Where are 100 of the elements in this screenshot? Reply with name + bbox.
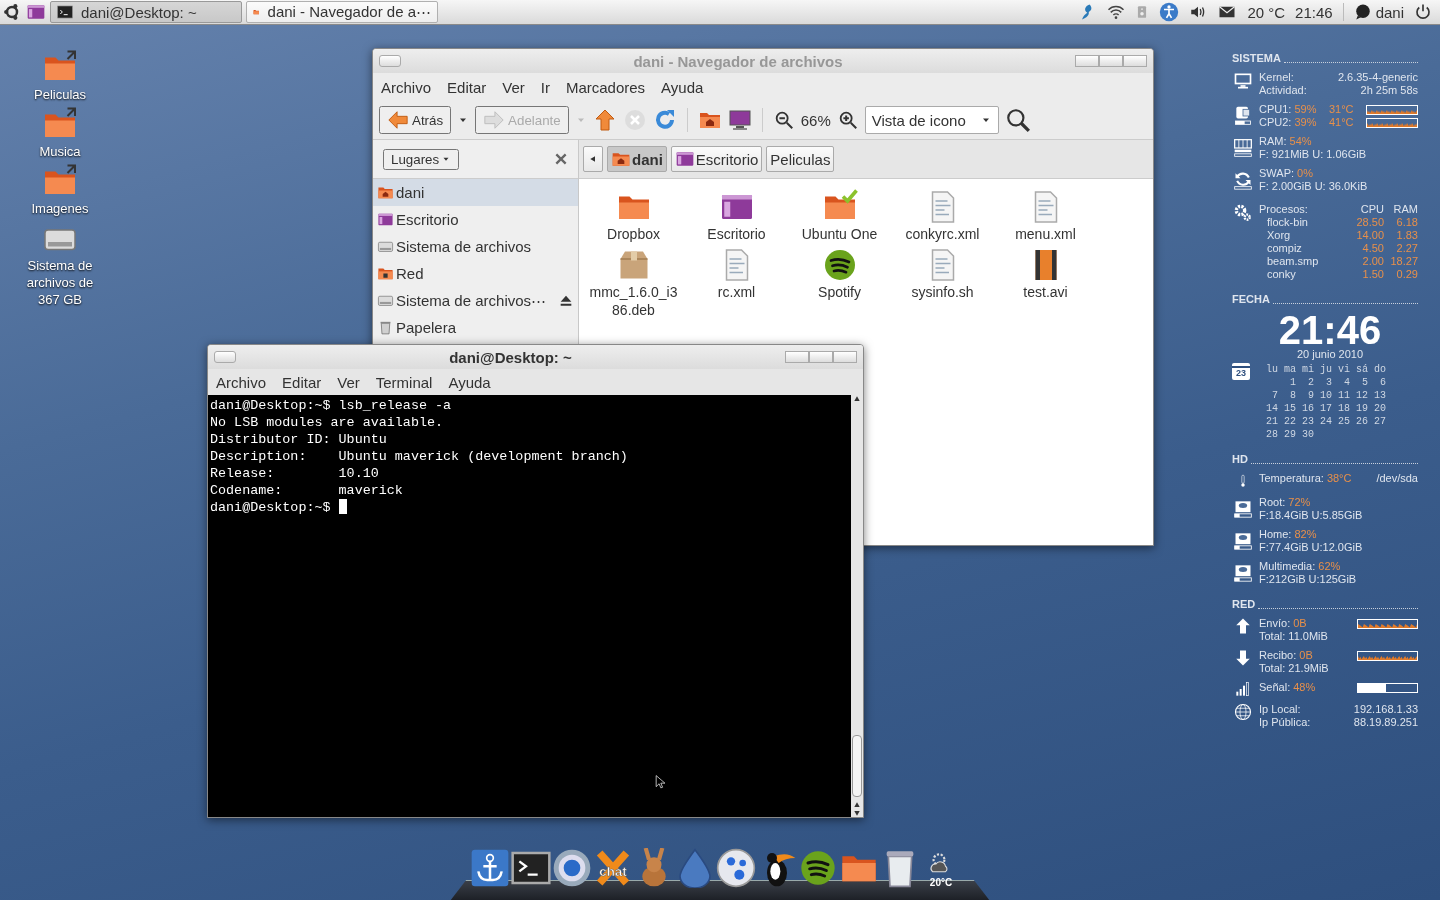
menu-item[interactable]: Ver	[502, 78, 525, 96]
menu-item[interactable]: Ayuda	[661, 78, 704, 96]
calendar-day: 10	[1314, 389, 1332, 402]
user-name[interactable]: dani	[1375, 3, 1404, 21]
menu-item[interactable]: Terminal	[375, 373, 433, 391]
section-heading: FECHA	[1232, 293, 1270, 306]
conky-text: Home: 82%	[1259, 528, 1317, 541]
window-icon[interactable]	[26, 2, 46, 22]
down-triangle-icon[interactable]	[853, 809, 861, 817]
icon-label[interactable]: Peliculas	[15, 86, 105, 103]
sound-waves-icon[interactable]	[798, 848, 838, 888]
conky-text: 192.168.1.33	[1353, 703, 1418, 716]
signal-meter	[1357, 682, 1418, 693]
conky-text: RAM: 54%	[1259, 135, 1312, 148]
table-cell-text: 4.50	[1361, 242, 1384, 255]
activity-graph	[1357, 618, 1418, 629]
back-button[interactable]: Atrás	[379, 106, 452, 134]
calendar-day: 15	[1278, 402, 1296, 415]
conky-text: F: 921MiB U: 1.06GiB	[1259, 148, 1366, 161]
taskbar-button[interactable]: dani@Desktop: ~	[50, 1, 242, 23]
activity-graph	[1366, 104, 1418, 115]
disc-icon[interactable]	[716, 848, 756, 888]
weekday-label: vi	[1337, 363, 1350, 376]
file-name[interactable]: test.avi	[999, 283, 1092, 301]
chat-bubble-icon[interactable]	[1353, 3, 1372, 21]
anchor-icon[interactable]	[470, 848, 510, 888]
icon-label[interactable]: Musica	[15, 143, 105, 160]
terminal-line: dani@Desktop:~$ lsb_release -a	[210, 397, 453, 414]
places-dropdown[interactable]: Lugares	[383, 148, 460, 170]
sidebar-item[interactable]: Sistema de archivos	[373, 233, 578, 260]
conky-text: Root: 72%	[1259, 496, 1311, 509]
search-icon[interactable]	[1004, 107, 1031, 133]
path-button[interactable]: Peliculas	[766, 146, 835, 172]
globe-icon[interactable]	[552, 848, 592, 888]
path-button[interactable]: Escritorio	[670, 146, 763, 172]
file-name[interactable]: Spotify	[793, 283, 886, 301]
calendar-day: 2	[1296, 376, 1314, 389]
table-cell-text: 1.83	[1395, 229, 1418, 242]
accessibility-icon[interactable]	[1159, 2, 1180, 22]
temperature-text[interactable]: 20 °C	[1247, 3, 1286, 21]
scrollbar[interactable]	[851, 395, 863, 817]
power-icon[interactable]	[1414, 3, 1432, 21]
conky-text: 31°C	[1328, 103, 1354, 116]
view-dropdown[interactable]: Vista de icono	[864, 106, 999, 134]
text-cursor	[338, 499, 347, 514]
path-back-button[interactable]	[583, 146, 603, 172]
file-name[interactable]: conkyrc.xml	[896, 225, 989, 243]
menu-item[interactable]: Ver	[337, 373, 360, 391]
file-name[interactable]: Ubuntu One	[793, 225, 886, 243]
sidebar-item[interactable]: Escritorio	[373, 206, 578, 233]
conky-text: F:212GiB U:125GiB	[1259, 573, 1357, 586]
icon-label[interactable]: Sistema de archivos de 367 GB	[15, 257, 105, 308]
calendar-day: 11	[1332, 389, 1350, 402]
calendar-day: 9	[1296, 389, 1314, 402]
sidebar-item[interactable]: Papelera	[373, 314, 578, 341]
calendar-day: 18	[1332, 402, 1350, 415]
process-name: compiz	[1266, 242, 1303, 255]
up-triangle-icon[interactable]	[853, 801, 861, 809]
zoom-level: 66%	[800, 111, 831, 129]
up-triangle-icon[interactable]	[853, 395, 861, 403]
weekday-label: lu	[1265, 363, 1278, 376]
menu-item[interactable]: Editar	[282, 373, 322, 391]
gears-icon	[1233, 203, 1253, 223]
clock-text[interactable]: 21:46	[1295, 3, 1333, 21]
terminal-icon	[57, 4, 73, 20]
file-name[interactable]: Dropbox	[587, 225, 680, 243]
menu-item[interactable]: Ir	[540, 78, 550, 96]
scroll-thumb[interactable]	[852, 735, 862, 797]
menu-item[interactable]: Archivo	[381, 78, 432, 96]
icon-label[interactable]: Imagenes	[15, 200, 105, 217]
calendar-day: 4	[1332, 376, 1350, 389]
file-name[interactable]: menu.xml	[999, 225, 1092, 243]
close-icon[interactable]	[554, 152, 568, 166]
conky-text: Señal: 48%	[1259, 681, 1316, 694]
column-header: CPU	[1359, 203, 1384, 216]
menu-item[interactable]: Ayuda	[448, 373, 491, 391]
menu-item[interactable]: Archivo	[216, 373, 267, 391]
menu-item[interactable]: Editar	[447, 78, 487, 96]
conky-text: Ip Local:	[1259, 703, 1301, 716]
file-name[interactable]: mmc_1.6.0_i386.deb	[587, 283, 680, 319]
sidebar-item[interactable]: dani	[373, 179, 578, 206]
file-name[interactable]: rc.xml	[690, 283, 783, 301]
calendar-day: 24	[1314, 415, 1332, 428]
file-name[interactable]: Escritorio	[690, 225, 783, 243]
calendar-day: 6	[1368, 376, 1386, 389]
conky-text: Total: 11.0MiB	[1259, 630, 1328, 643]
calendar-day: 13	[1368, 389, 1386, 402]
table-cell-text: 2.27	[1395, 242, 1418, 255]
computer-icon[interactable]	[727, 108, 752, 132]
path-button[interactable]: dani	[607, 146, 667, 172]
conky-text: Multimedia: 62%	[1259, 560, 1341, 573]
calendar-day: 14	[1260, 402, 1278, 415]
file-name[interactable]: sysinfo.sh	[896, 283, 989, 301]
sidebar-item[interactable]: Red	[373, 260, 578, 287]
sidebar-item[interactable]: Sistema de archivos⋯	[373, 287, 578, 314]
menu-item[interactable]: Marcadores	[565, 78, 646, 96]
taskbar-button[interactable]: dani - Navegador de a⋯	[246, 1, 438, 23]
wifi-icon[interactable]	[1107, 3, 1126, 21]
conky-text: 88.19.89.251	[1353, 716, 1418, 729]
calendar-day: 30	[1296, 428, 1314, 441]
